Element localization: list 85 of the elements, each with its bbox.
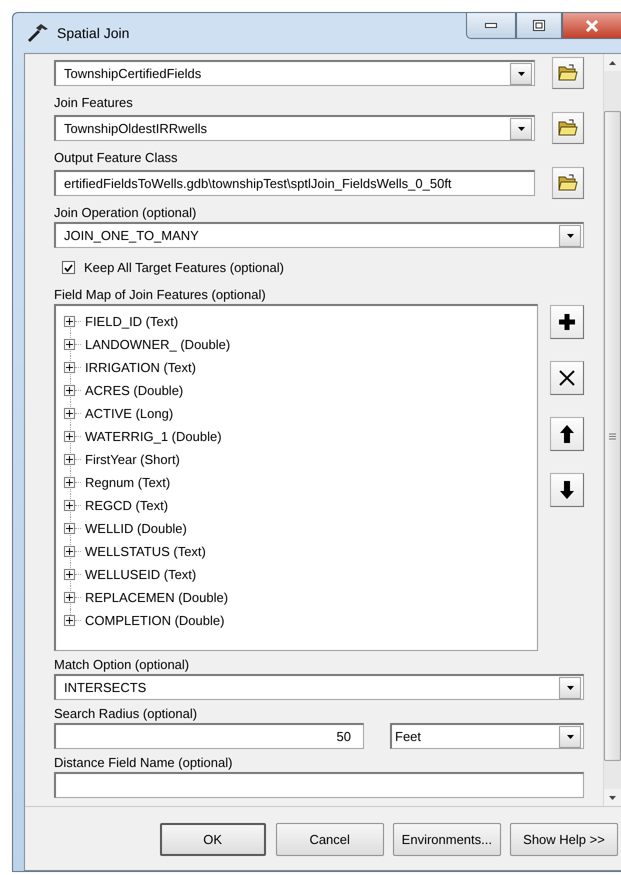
expander-icon[interactable] bbox=[64, 500, 75, 511]
caret-down-icon bbox=[566, 686, 574, 690]
parameter-label: Field Map of Join Features (optional) bbox=[54, 287, 267, 302]
parameter-label: Join Operation (optional) bbox=[54, 205, 198, 220]
checkbox[interactable] bbox=[62, 261, 75, 274]
parameter-label: Search Radius (optional) bbox=[54, 706, 198, 721]
expander-icon[interactable] bbox=[64, 569, 75, 580]
field-name[interactable]: WELLSTATUS (Text) bbox=[85, 544, 206, 559]
check-icon bbox=[64, 264, 73, 272]
expander-icon[interactable] bbox=[64, 362, 75, 373]
close-icon bbox=[585, 20, 599, 32]
field-name[interactable]: ACRES (Double) bbox=[85, 383, 184, 398]
remove-button[interactable] bbox=[550, 361, 584, 395]
dialog-button[interactable]: Environments... bbox=[392, 823, 501, 856]
expander-icon[interactable] bbox=[64, 339, 75, 350]
parameter-label: Distance Field Name (optional) bbox=[54, 755, 234, 770]
field-name[interactable]: Regnum (Text) bbox=[85, 475, 170, 490]
expander-icon[interactable] bbox=[64, 592, 75, 603]
unit-dropdown[interactable]: Feet bbox=[390, 723, 584, 749]
window-title: Spatial Join bbox=[57, 25, 130, 41]
move-down-button[interactable] bbox=[550, 473, 584, 507]
browse-button[interactable] bbox=[552, 112, 584, 144]
field-name[interactable]: REGCD (Text) bbox=[85, 498, 168, 513]
caret-down-icon bbox=[518, 72, 524, 76]
text-field[interactable] bbox=[54, 772, 584, 798]
expander-icon[interactable] bbox=[64, 431, 75, 442]
minimize-button[interactable] bbox=[466, 13, 516, 39]
expander-icon[interactable] bbox=[64, 546, 75, 557]
folder-icon bbox=[558, 119, 578, 137]
arrow-down-icon bbox=[559, 480, 575, 500]
field-name[interactable]: ACTIVE (Long) bbox=[85, 406, 174, 421]
expander-icon[interactable] bbox=[64, 385, 75, 396]
field-name[interactable]: FirstYear (Short) bbox=[85, 452, 180, 467]
x-icon bbox=[558, 369, 576, 387]
parameter-label: Join Features bbox=[54, 95, 134, 110]
dialog-button[interactable]: OK bbox=[160, 823, 266, 856]
minimize-icon bbox=[485, 23, 497, 28]
browse-button[interactable] bbox=[552, 167, 584, 199]
caret-down-icon bbox=[566, 234, 574, 238]
folder-icon bbox=[558, 64, 578, 82]
expander-icon[interactable] bbox=[64, 454, 75, 465]
field-name[interactable]: WELLID (Double) bbox=[85, 521, 187, 536]
caret-down-icon bbox=[566, 734, 574, 738]
field-name[interactable]: WATERRIG_1 (Double) bbox=[85, 429, 222, 444]
dropdown-field[interactable]: INTERSECTS bbox=[54, 674, 584, 700]
move-up-button[interactable] bbox=[550, 417, 584, 451]
caret-up-icon bbox=[609, 60, 616, 64]
plus-icon bbox=[557, 312, 577, 332]
scroll-down-button[interactable] bbox=[604, 789, 621, 806]
browse-button[interactable] bbox=[552, 57, 584, 89]
dropdown-field[interactable]: TownshipOldestIRRwells bbox=[54, 115, 535, 141]
field-name[interactable]: FIELD_ID (Text) bbox=[85, 314, 178, 329]
caret-down-icon bbox=[518, 126, 524, 130]
dialog-button[interactable]: Cancel bbox=[276, 823, 384, 856]
folder-icon bbox=[558, 174, 578, 192]
text-field[interactable]: ertifiedFieldsToWells.gdb\townshipTest\sptlJoin_FieldsWells_0_50ft bbox=[54, 170, 535, 196]
expander-icon[interactable] bbox=[64, 477, 75, 488]
dialog-button[interactable]: Show Help >> bbox=[510, 823, 618, 856]
close-button[interactable] bbox=[562, 13, 621, 39]
expander-icon[interactable] bbox=[64, 523, 75, 534]
maximize-icon bbox=[533, 20, 545, 31]
field-name[interactable]: LANDOWNER_ (Double) bbox=[85, 337, 230, 352]
maximize-button[interactable] bbox=[516, 13, 562, 39]
scroll-thumb[interactable] bbox=[604, 111, 621, 761]
dropdown-field[interactable]: JOIN_ONE_TO_MANY bbox=[54, 222, 584, 248]
scroll-up-button[interactable] bbox=[604, 54, 621, 71]
arrow-up-icon bbox=[559, 424, 575, 444]
field-name[interactable]: WELLUSEID (Text) bbox=[85, 567, 196, 582]
expander-icon[interactable] bbox=[64, 615, 75, 626]
field-name[interactable]: COMPLETION (Double) bbox=[85, 613, 224, 628]
parameter-label: Match Option (optional) bbox=[54, 657, 190, 672]
add-button[interactable] bbox=[550, 305, 584, 339]
field-name[interactable]: IRRIGATION (Text) bbox=[85, 360, 196, 375]
dropdown-field[interactable]: TownshipCertifiedFields bbox=[54, 60, 535, 86]
hammer-icon bbox=[27, 23, 49, 43]
expander-icon[interactable] bbox=[64, 408, 75, 419]
caret-down-icon bbox=[609, 796, 616, 800]
expander-icon[interactable] bbox=[64, 316, 75, 327]
grip-icon bbox=[609, 432, 616, 440]
number-field[interactable]: 50 bbox=[54, 723, 364, 749]
field-map-tree[interactable] bbox=[54, 304, 538, 651]
scrollbar[interactable] bbox=[603, 54, 621, 806]
field-name[interactable]: REPLACEMEN (Double) bbox=[85, 590, 228, 605]
parameter-label: Output Feature Class bbox=[54, 150, 179, 165]
checkbox-label: Keep All Target Features (optional) bbox=[84, 260, 284, 275]
